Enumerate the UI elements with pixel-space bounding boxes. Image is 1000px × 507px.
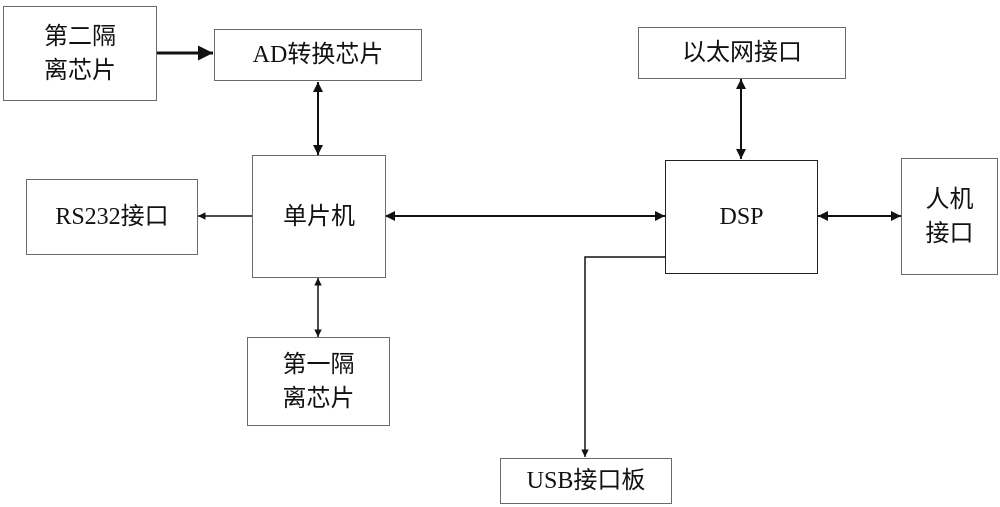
node-dsp-label: DSP	[719, 204, 764, 230]
node-isolator1-line2: 离芯片	[282, 385, 355, 412]
node-isolator2-line1: 第二隔	[44, 23, 116, 50]
node-ethernet-label: 以太网接口	[682, 40, 802, 66]
node-rs232: RS232接口	[26, 179, 198, 255]
node-ethernet: 以太网接口	[638, 27, 846, 79]
node-usb-label: USB接口板	[526, 468, 646, 494]
edge-dsp-to-usb	[581, 256, 665, 457]
node-ad-chip-label: AD转换芯片	[252, 42, 384, 68]
node-usb: USB接口板	[500, 458, 672, 504]
node-ad-chip: AD转换芯片	[214, 29, 422, 81]
node-hmi-line2: 接口	[925, 220, 974, 247]
node-isolator1-line1: 第一隔	[282, 351, 355, 378]
node-hmi-line1: 人机	[925, 186, 974, 213]
node-mcu-label: 单片机	[283, 203, 355, 230]
node-rs232-label: RS232接口	[55, 204, 169, 230]
node-mcu: 单片机	[252, 155, 386, 278]
node-isolator1: 第一隔 离芯片	[247, 337, 390, 426]
node-isolator2-line2: 离芯片	[44, 57, 116, 84]
node-isolator2: 第二隔 离芯片	[3, 6, 157, 101]
node-dsp: DSP	[665, 160, 818, 274]
node-hmi: 人机 接口	[901, 158, 998, 275]
